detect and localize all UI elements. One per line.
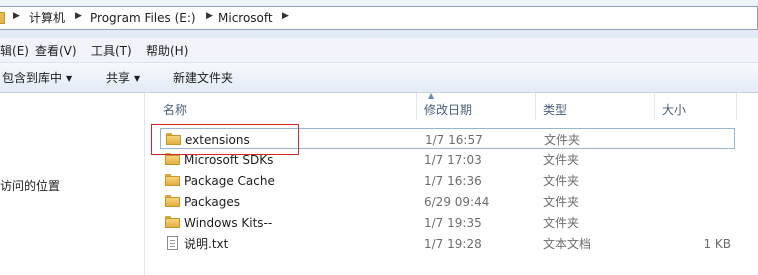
column-divider[interactable]	[416, 93, 417, 120]
folder-icon	[165, 153, 180, 165]
file-row-windows-kits[interactable]: Windows Kits-- 1/7 19:35 文件夹	[160, 212, 735, 233]
file-name: Windows Kits--	[184, 216, 273, 230]
column-divider[interactable]	[736, 93, 737, 120]
folder-icon	[165, 195, 180, 207]
include-in-library-button[interactable]: 包含到库中 ▼	[2, 70, 72, 86]
file-type: 文件夹	[543, 216, 580, 230]
column-date-modified[interactable]: 修改日期	[424, 101, 472, 118]
file-name: Packages	[184, 195, 240, 209]
file-date: 1/7 17:03	[424, 153, 482, 167]
chevron-right-icon[interactable]: ▶	[206, 11, 213, 21]
dropdown-arrow-icon: ▼	[66, 74, 73, 83]
menu-view[interactable]: 查看(V)	[35, 43, 77, 59]
file-type: 文件夹	[543, 153, 580, 167]
menu-help[interactable]: 帮助(H)	[146, 43, 188, 59]
new-folder-button[interactable]: 新建文件夹	[173, 70, 233, 86]
column-divider[interactable]	[654, 93, 655, 120]
breadcrumb-microsoft[interactable]: Microsoft	[218, 10, 273, 26]
column-size[interactable]: 大小	[662, 101, 686, 118]
chevron-right-icon[interactable]: ▶	[282, 11, 289, 21]
text-file-icon	[167, 236, 178, 250]
file-date: 1/7 19:28	[424, 237, 482, 251]
file-row-microsoft-sdks[interactable]: Microsoft SDKs 1/7 17:03 文件夹	[160, 149, 735, 170]
file-type: 文件夹	[543, 195, 580, 209]
navigation-pane: 访问的位置	[0, 93, 145, 275]
sort-ascending-icon: ▲	[428, 91, 435, 100]
file-name: extensions	[185, 133, 250, 147]
address-bar: ▶ 计算机 ▶ Program Files (E:) ▶ Microsoft ▶	[0, 0, 758, 38]
dropdown-arrow-icon: ▼	[134, 74, 141, 83]
share-button[interactable]: 共享 ▼	[106, 70, 140, 86]
file-date: 1/7 16:57	[425, 133, 483, 147]
file-type: 文本文档	[543, 237, 592, 251]
file-date: 6/29 09:44	[424, 195, 490, 209]
column-divider[interactable]	[535, 93, 536, 120]
file-size: 1 KB	[703, 237, 731, 251]
folder-icon	[166, 133, 181, 145]
file-type: 文件夹	[543, 174, 580, 188]
command-bar: 包含到库中 ▼ 共享 ▼ 新建文件夹	[0, 63, 758, 93]
menu-edit[interactable]: 辑(E)	[0, 43, 29, 59]
menu-tools[interactable]: 工具(T)	[91, 43, 132, 59]
file-name: 说明.txt	[184, 237, 229, 251]
folder-icon	[0, 12, 5, 24]
folder-icon	[165, 174, 180, 186]
column-header: ▲ 名称 修改日期 类型 大小	[146, 91, 758, 120]
file-date: 1/7 19:35	[424, 216, 482, 230]
file-row-extensions[interactable]: extensions 1/7 16:57 文件夹	[160, 128, 735, 149]
folder-icon	[165, 216, 180, 228]
breadcrumb-computer[interactable]: 计算机	[29, 10, 65, 26]
file-row-packages[interactable]: Packages 6/29 09:44 文件夹	[160, 191, 735, 212]
chevron-right-icon[interactable]: ▶	[75, 11, 82, 21]
menu-bar: 辑(E) 查看(V) 工具(T) 帮助(H)	[0, 38, 758, 63]
address-field[interactable]: ▶ 计算机 ▶ Program Files (E:) ▶ Microsoft ▶	[0, 6, 758, 30]
nav-item-recent-places[interactable]: 访问的位置	[0, 177, 60, 194]
column-type[interactable]: 类型	[543, 101, 567, 118]
file-name: Microsoft SDKs	[184, 153, 274, 167]
chevron-right-icon[interactable]: ▶	[13, 11, 20, 21]
file-date: 1/7 16:36	[424, 174, 482, 188]
column-name[interactable]: 名称	[163, 101, 187, 118]
file-name: Package Cache	[184, 174, 275, 188]
file-row-package-cache[interactable]: Package Cache 1/7 16:36 文件夹	[160, 170, 735, 191]
file-row-readme-txt[interactable]: 说明.txt 1/7 19:28 文本文档 1 KB	[160, 233, 735, 254]
breadcrumb-program-files[interactable]: Program Files (E:)	[90, 10, 196, 26]
file-type: 文件夹	[544, 133, 581, 147]
